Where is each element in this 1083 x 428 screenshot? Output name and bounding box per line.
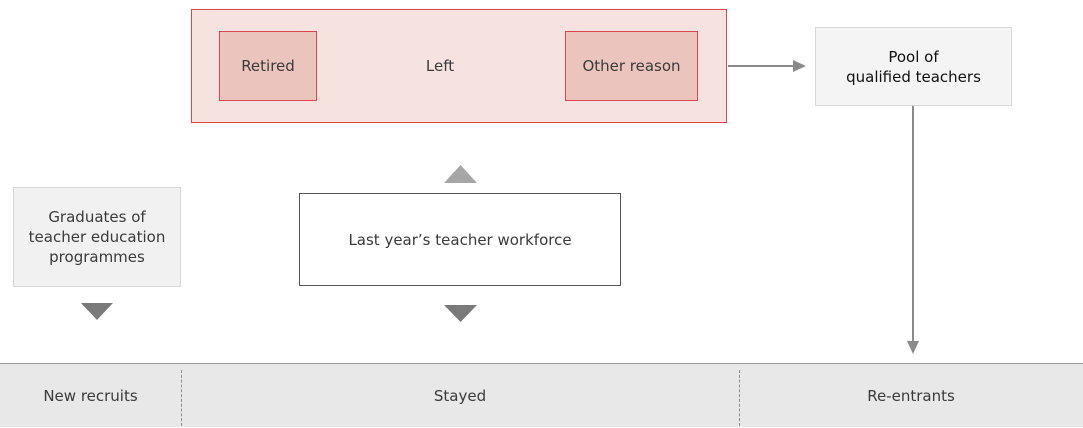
re-entrants-label: Re-entrants	[867, 387, 955, 405]
up-triangle-icon	[444, 165, 477, 183]
outcome-band: New recruits Stayed Re-entrants	[0, 363, 1083, 427]
pool-to-reentrants-arrowhead-icon	[907, 341, 919, 354]
left-to-pool-arrowhead-icon	[793, 60, 806, 72]
graduates-down-triangle-icon	[81, 303, 113, 320]
workforce-down-triangle-icon	[444, 305, 477, 322]
stayed-label: Stayed	[433, 387, 487, 405]
new-recruits-label: New recruits	[43, 387, 138, 405]
